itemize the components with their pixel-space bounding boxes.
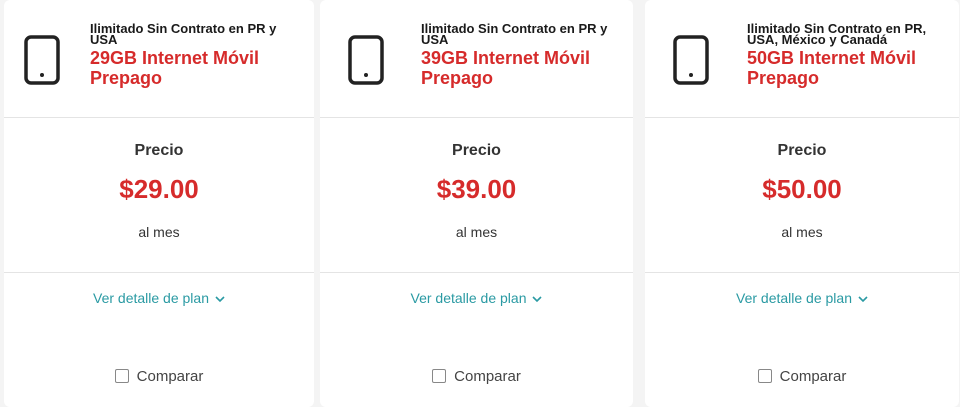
plan-name: 50GB Internet Móvil Prepago [747,48,917,88]
chevron-down-icon [532,296,543,302]
plan-title: Ilimitado Sin Contrato en PR y USA 29GB … [90,21,304,88]
plan-card: Ilimitado Sin Contrato en PR y USA 29GB … [4,0,314,407]
plan-header: Ilimitado Sin Contrato en PR, USA, Méxic… [645,0,959,118]
plan-name: 29GB Internet Móvil Prepago [90,48,260,88]
plan-card: Ilimitado Sin Contrato en PR y USA 39GB … [320,0,633,407]
price-label: Precio [777,142,827,159]
price-section: Precio $39.00 al mes [320,118,633,273]
compare-checkbox[interactable] [432,369,447,383]
compare-checkbox[interactable] [114,369,129,383]
smartphone-icon [673,35,709,85]
chevron-down-icon [215,296,225,302]
compare-label: Comparar [454,368,521,385]
smartphone-icon [348,35,384,85]
plan-subtitle: Ilimitado Sin Contrato en PR y USA [421,21,608,47]
plan-header: Ilimitado Sin Contrato en PR y USA 29GB … [4,0,314,118]
price-period: al mes [138,224,180,240]
view-plan-details-link[interactable]: Ver detalle de plan [320,290,633,306]
chevron-down-icon [858,296,868,302]
plan-subtitle: Ilimitado Sin Contrato en PR y USA [90,21,277,47]
plan-card: Ilimitado Sin Contrato en PR, USA, Méxic… [645,0,959,407]
plan-name: 39GB Internet Móvil Prepago [421,48,591,88]
compare-control[interactable]: Comparar [645,368,959,385]
compare-label: Comparar [136,368,204,385]
price-value: $50.00 [762,174,842,204]
price-label: Precio [134,142,184,159]
price-section: Precio $50.00 al mes [645,118,959,273]
price-value: $29.00 [119,174,199,204]
view-plan-details-label: Ver detalle de plan [93,290,209,306]
compare-checkbox[interactable] [757,369,772,383]
view-plan-details-link[interactable]: Ver detalle de plan [645,290,959,306]
compare-label: Comparar [779,368,847,385]
price-label: Precio [452,142,501,159]
plan-subtitle: Ilimitado Sin Contrato en PR, USA, Méxic… [747,21,927,47]
price-period: al mes [781,224,823,240]
price-period: al mes [455,224,498,240]
compare-control[interactable]: Comparar [320,368,633,385]
plan-title: Ilimitado Sin Contrato en PR, USA, Méxic… [747,21,951,88]
plan-header: Ilimitado Sin Contrato en PR y USA 39GB … [320,0,633,118]
price-section: Precio $29.00 al mes [4,118,314,273]
plan-title: Ilimitado Sin Contrato en PR y USA 39GB … [421,21,623,88]
smartphone-icon [24,35,60,85]
view-plan-details-label: Ver detalle de plan [736,290,852,306]
price-value: $39.00 [436,174,517,204]
view-plan-details-link[interactable]: Ver detalle de plan [4,290,314,306]
compare-control[interactable]: Comparar [4,368,314,385]
view-plan-details-label: Ver detalle de plan [410,290,527,306]
